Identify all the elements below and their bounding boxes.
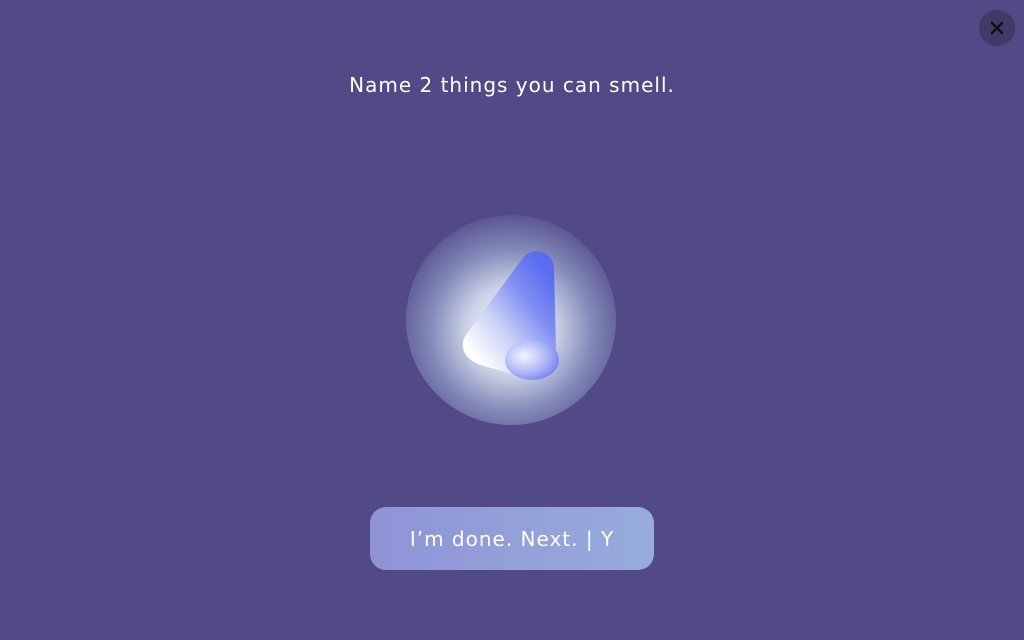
nose-icon [462, 251, 559, 380]
close-icon [990, 21, 1004, 35]
prompt-text: Name 2 things you can smell. [349, 73, 675, 97]
next-button[interactable]: I’m done. Next. | Y [370, 507, 654, 570]
close-button[interactable] [979, 10, 1015, 46]
grounding-exercise-screen: Name 2 things you can smell. I’m done. N… [0, 0, 1024, 640]
